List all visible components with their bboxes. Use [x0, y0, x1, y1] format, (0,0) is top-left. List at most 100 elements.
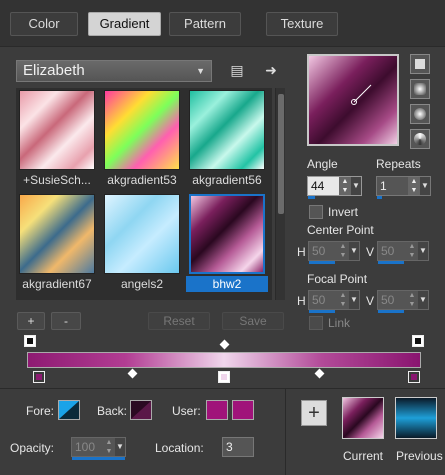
opacity-label: Opacity: — [10, 441, 55, 455]
angle-input[interactable]: 44 ▲ ▼ ▼ — [307, 176, 362, 199]
chevron-down-icon[interactable]: ▼ — [420, 177, 430, 195]
stop-marker-icon — [415, 338, 421, 344]
sunburst-gradient-style-icon[interactable] — [410, 104, 430, 124]
location-input[interactable]: 3 — [222, 437, 254, 457]
color-stop-start[interactable] — [33, 371, 45, 383]
gradient-preview-large[interactable] — [307, 54, 399, 146]
chevron-down-icon[interactable]: ▼ — [418, 242, 428, 260]
spinner-icon[interactable]: ▲ ▼ — [337, 242, 349, 260]
opacity-slider-fill[interactable] — [72, 457, 125, 460]
add-to-swatches-button[interactable]: + — [301, 400, 327, 426]
gradient-swatch-item[interactable]: angels2 — [101, 192, 183, 293]
focal-h-input[interactable]: 50 ▲ ▼ ▼ — [308, 290, 360, 313]
color-stop-end[interactable] — [408, 371, 420, 383]
chevron-down-icon[interactable]: ▼ — [351, 177, 361, 195]
focal-h-label: H — [297, 294, 306, 308]
angle-label: Angle — [307, 157, 338, 171]
focal-h-slider-fill[interactable] — [309, 310, 335, 313]
tab-gradient[interactable]: Gradient — [88, 12, 161, 36]
gradient-preview — [104, 194, 180, 274]
reset-button[interactable]: Reset — [148, 312, 210, 330]
gradient-preview — [189, 194, 265, 274]
section-divider — [0, 388, 445, 389]
radial-gradient-style-icon[interactable] — [410, 129, 430, 149]
gradient-editor-bar[interactable] — [27, 352, 421, 368]
fore-color-swatch[interactable] — [58, 400, 80, 420]
gradient-grid-scrollbar[interactable] — [275, 88, 285, 300]
spinner-icon[interactable]: ▲ ▼ — [103, 438, 115, 456]
link-checkbox[interactable] — [309, 316, 323, 330]
rectangular-gradient-style-icon[interactable] — [410, 79, 430, 99]
save-button[interactable]: Save — [222, 312, 284, 330]
focal-h-value: 50 — [312, 293, 326, 307]
center-v-slider-fill[interactable] — [378, 261, 404, 264]
chevron-down-icon[interactable]: ▼ — [418, 291, 428, 309]
chevron-down-icon[interactable]: ▼ — [349, 242, 359, 260]
section-divider — [285, 388, 286, 475]
scrollbar-thumb[interactable] — [278, 94, 284, 214]
invert-checkbox[interactable] — [309, 205, 323, 219]
stop-marker-icon — [27, 338, 33, 344]
tab-texture[interactable]: Texture — [266, 12, 338, 36]
chevron-down-icon[interactable]: ▼ — [349, 291, 359, 309]
center-v-label: V — [366, 245, 375, 259]
center-h-label: H — [297, 245, 306, 259]
user-color-swatch-1[interactable] — [206, 400, 228, 420]
gradient-name: angels2 — [120, 277, 164, 291]
user-label: User: — [172, 404, 201, 418]
repeats-slider-fill[interactable] — [377, 196, 382, 199]
back-color-swatch[interactable] — [130, 400, 152, 420]
gradient-swatch-item[interactable]: akgradient67 — [16, 192, 98, 293]
center-h-input[interactable]: 50 ▲ ▼ ▼ — [308, 241, 360, 264]
center-point-label: Center Point — [307, 223, 374, 237]
gradient-swatch-item[interactable]: akgradient56 — [186, 88, 268, 189]
repeats-spinner-icon[interactable]: ▲ ▼ — [408, 177, 420, 195]
add-gradient-button[interactable]: + — [17, 312, 45, 330]
gradient-dropdown[interactable]: Elizabeth ▼ — [16, 60, 212, 82]
spinner-icon[interactable]: ▲ ▼ — [406, 242, 418, 260]
angle-slider-fill[interactable] — [308, 196, 315, 199]
gradient-preview — [189, 90, 265, 170]
focal-v-input[interactable]: 50 ▲ ▼ ▼ — [377, 290, 429, 313]
gradient-name: akgradient53 — [107, 173, 177, 187]
angle-handle-icon — [351, 84, 372, 105]
focal-point-label: Focal Point — [307, 272, 368, 286]
repeats-input[interactable]: 1 ▲ ▼ ▼ — [376, 176, 431, 199]
remove-gradient-button[interactable]: - — [51, 312, 81, 330]
gradient-name: akgradient56 — [192, 173, 262, 187]
angle-spinner-icon[interactable]: ▲ ▼ — [339, 177, 351, 195]
stop-color-swatch — [411, 374, 417, 380]
previous-gradient-swatch[interactable] — [395, 397, 437, 439]
back-label: Back: — [97, 404, 128, 418]
fore-color-icon — [59, 401, 79, 419]
invert-label: Invert — [328, 205, 359, 219]
gradient-preview — [104, 90, 180, 170]
chevron-down-icon: ▼ — [196, 66, 205, 76]
center-h-slider-fill[interactable] — [309, 261, 335, 264]
gradient-library-icon[interactable]: ▤ — [228, 61, 246, 79]
center-v-input[interactable]: 50 ▲ ▼ ▼ — [377, 241, 429, 264]
tab-color[interactable]: Color — [10, 12, 78, 36]
gradient-swatch-item[interactable]: +SusieSch... — [16, 88, 98, 189]
previous-label: Previous — [396, 449, 443, 463]
repeats-value: 1 — [380, 179, 387, 193]
gradient-preview — [19, 90, 95, 170]
gradient-swatch-item[interactable]: akgradient53 — [101, 88, 183, 189]
color-stop-middle[interactable] — [218, 371, 230, 383]
spinner-icon[interactable]: ▲ ▼ — [337, 291, 349, 309]
transparency-stop-end[interactable] — [412, 335, 424, 347]
user-color-swatch-2[interactable] — [232, 400, 254, 420]
stop-color-swatch — [36, 374, 42, 380]
focal-v-slider-fill[interactable] — [378, 310, 404, 313]
spinner-icon[interactable]: ▲ ▼ — [406, 291, 418, 309]
gradient-swatch-item-selected[interactable]: bhw2 — [186, 192, 268, 293]
chevron-down-icon[interactable]: ▼ — [115, 438, 125, 456]
tab-pattern[interactable]: Pattern — [169, 12, 241, 36]
linear-gradient-style-icon[interactable] — [410, 54, 430, 74]
arrow-right-icon[interactable]: ➜ — [262, 61, 280, 79]
transparency-stop-start[interactable] — [24, 335, 36, 347]
opacity-input[interactable]: 100 ▲ ▼ ▼ — [71, 437, 126, 460]
current-label: Current — [343, 449, 384, 463]
current-gradient-swatch[interactable] — [342, 397, 384, 439]
location-value: 3 — [226, 440, 233, 454]
